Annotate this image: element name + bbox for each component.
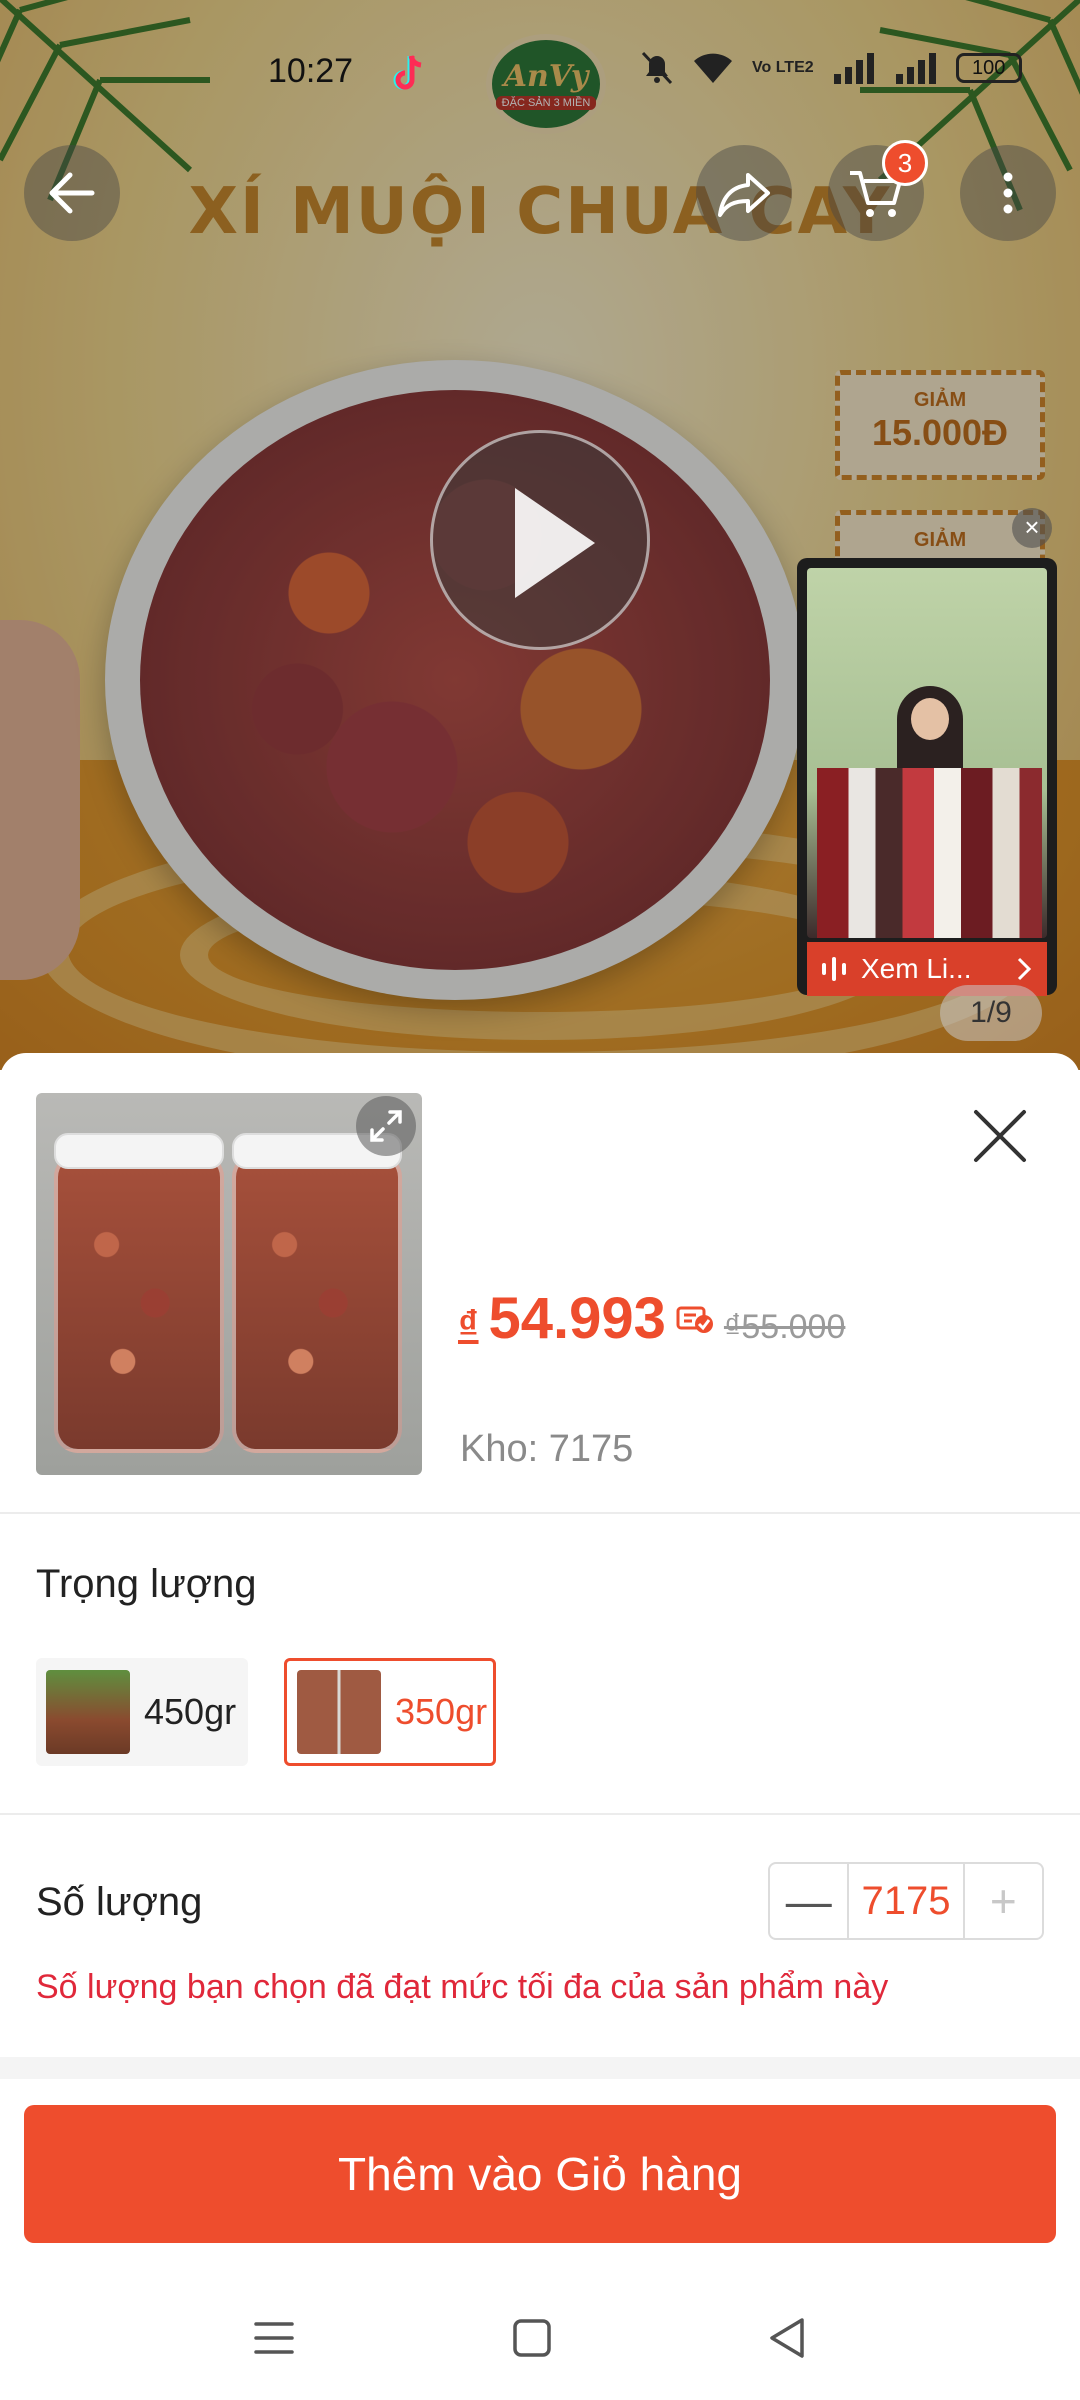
expand-icon	[370, 1110, 402, 1142]
watch-live-label: Xem Li...	[861, 953, 972, 984]
add-to-cart-button[interactable]: Thêm vào Giỏ hàng	[24, 2105, 1056, 2243]
quantity-increase-button[interactable]: +	[965, 1864, 1042, 1938]
quantity-limit-message: Số lượng bạn chọn đã đạt mức tối đa của …	[36, 1968, 889, 2006]
price-row: ₫ 54.993 ₫55.000	[458, 1285, 845, 1352]
share-button[interactable]	[696, 145, 792, 241]
live-audio-icon	[822, 957, 846, 981]
jar-image	[54, 1153, 224, 1453]
signal-icon	[895, 53, 936, 84]
back-button[interactable]	[24, 145, 120, 241]
live-host-image	[911, 698, 949, 740]
status-time: 10:27	[268, 52, 354, 90]
original-price: ₫55.000	[723, 1308, 846, 1346]
divider	[0, 1813, 1080, 1815]
image-counter: 1/9	[940, 985, 1042, 1041]
network-type: Vo LTE2	[752, 59, 814, 76]
signal-icon	[833, 53, 874, 84]
close-icon[interactable]	[968, 1104, 1032, 1168]
variant-option-350gr[interactable]: 350gr	[284, 1658, 496, 1766]
price-value: 54.993	[488, 1286, 666, 1351]
variant-option-450gr[interactable]: 450gr	[36, 1658, 248, 1766]
more-button[interactable]	[960, 145, 1056, 241]
live-products-image	[817, 768, 1042, 938]
status-icons: Vo LTE2 100	[640, 50, 1022, 86]
quantity-label: Số lượng	[36, 1880, 203, 1924]
stock-count: Kho: 7175	[460, 1428, 634, 1470]
quantity-decrease-button[interactable]: —	[770, 1864, 847, 1938]
section-separator	[0, 2057, 1080, 2079]
divider	[0, 1512, 1080, 1514]
bell-muted-icon	[641, 51, 673, 85]
voucher-check-icon	[676, 1306, 713, 1333]
variant-thumbnail	[46, 1670, 130, 1754]
share-icon	[718, 173, 770, 217]
play-icon[interactable]	[430, 430, 650, 650]
arrow-left-icon	[49, 172, 95, 214]
expand-image-button[interactable]	[356, 1096, 416, 1156]
wifi-icon	[694, 53, 732, 83]
recent-apps-icon[interactable]	[248, 2312, 300, 2364]
variant-label: 450gr	[144, 1691, 237, 1732]
live-video	[807, 568, 1047, 938]
tiktok-icon	[393, 55, 422, 90]
variant-label: 350gr	[395, 1691, 488, 1732]
jar-lid-image	[54, 1133, 224, 1169]
live-mini-player[interactable]: Xem Li...	[797, 558, 1057, 996]
quantity-stepper: — 7175 +	[768, 1862, 1044, 1940]
live-close-button[interactable]: ×	[1012, 508, 1052, 548]
chevron-right-icon	[1017, 957, 1032, 981]
weight-label: Trọng lượng	[36, 1562, 257, 1606]
more-vertical-icon	[1003, 172, 1013, 214]
cart-badge: 3	[882, 140, 928, 186]
home-icon[interactable]	[506, 2312, 558, 2364]
price-currency: ₫	[458, 1303, 479, 1347]
system-back-icon[interactable]	[762, 2312, 814, 2364]
variant-thumbnail	[297, 1670, 381, 1754]
quantity-input[interactable]: 7175	[847, 1864, 965, 1938]
battery-icon: 100	[955, 53, 1022, 83]
jar-image	[232, 1153, 402, 1453]
